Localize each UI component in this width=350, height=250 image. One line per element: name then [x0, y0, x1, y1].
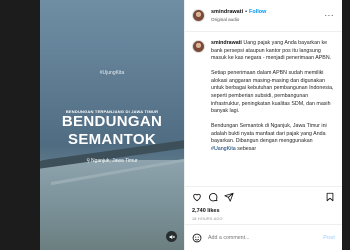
- post-sidebar: smindrawati • Follow Original audio ··· …: [184, 0, 342, 250]
- video-title: BENDUNGAN SEMANTOK: [40, 113, 184, 149]
- caption-paragraph-1: smindrawati Uang pajak yang Anda bayarka…: [211, 40, 334, 63]
- audio-link[interactable]: Original audio: [211, 16, 266, 23]
- action-bar: [185, 186, 342, 207]
- avatar[interactable]: [192, 9, 205, 22]
- post-header: smindrawati • Follow Original audio ···: [185, 0, 342, 32]
- header-text: smindrawati • Follow Original audio: [211, 9, 266, 23]
- post-modal: #UjungKita BENDUNGAN TERPANJANG DI JAWA …: [40, 0, 342, 250]
- video-hashtag: #UjungKita: [99, 70, 125, 76]
- header-row: smindrawati • Follow: [211, 9, 266, 16]
- likes-count[interactable]: 2,740 likes: [185, 207, 342, 215]
- location-pin-icon: ⚲: [86, 158, 90, 164]
- video-title-line1: BENDUNGAN: [61, 113, 163, 130]
- heart-icon[interactable]: [192, 192, 202, 202]
- caption-paragraph-3-tail: sebesar: [237, 145, 257, 152]
- caption-area: smindrawati Uang pajak yang Anda bayarka…: [185, 32, 342, 186]
- hashtag-link[interactable]: #UangKita: [211, 146, 236, 152]
- post-comment-button[interactable]: Post: [323, 235, 335, 241]
- username-link[interactable]: smindrawati: [211, 9, 243, 16]
- video-title-line2: SEMANTOK: [68, 131, 156, 148]
- mute-button[interactable]: [166, 231, 177, 242]
- comment-bar: Post: [185, 224, 342, 250]
- separator-dot: •: [245, 8, 248, 15]
- video-location-text: Nganjuk, Jawa Timur: [90, 158, 138, 164]
- video-location: ⚲Nganjuk, Jawa Timur: [40, 158, 184, 164]
- bookmark-icon[interactable]: [325, 192, 335, 202]
- caption-text: smindrawati Uang pajak yang Anda bayarka…: [211, 40, 334, 186]
- comment-icon[interactable]: [208, 192, 218, 202]
- more-options-icon[interactable]: ···: [325, 11, 335, 20]
- emoji-icon[interactable]: [192, 233, 202, 243]
- comment-input[interactable]: [208, 234, 324, 241]
- caption-paragraph-2: Setiap penerimaan dalam APBN sudah memil…: [211, 70, 334, 115]
- video-player[interactable]: #UjungKita BENDUNGAN TERPANJANG DI JAWA …: [40, 0, 184, 250]
- caption-paragraph-3-text: Bendungan Semantok di Nganjuk, Jawa Timu…: [211, 123, 327, 145]
- share-icon[interactable]: [224, 192, 234, 202]
- caption-paragraph-3: Bendungan Semantok di Nganjuk, Jawa Timu…: [211, 123, 334, 153]
- post-timestamp: 18 HOURS AGO: [192, 217, 223, 221]
- caption-username[interactable]: smindrawati: [211, 40, 242, 46]
- speaker-muted-icon: [169, 234, 175, 239]
- caption-avatar[interactable]: [192, 40, 205, 53]
- follow-button[interactable]: Follow: [249, 9, 266, 16]
